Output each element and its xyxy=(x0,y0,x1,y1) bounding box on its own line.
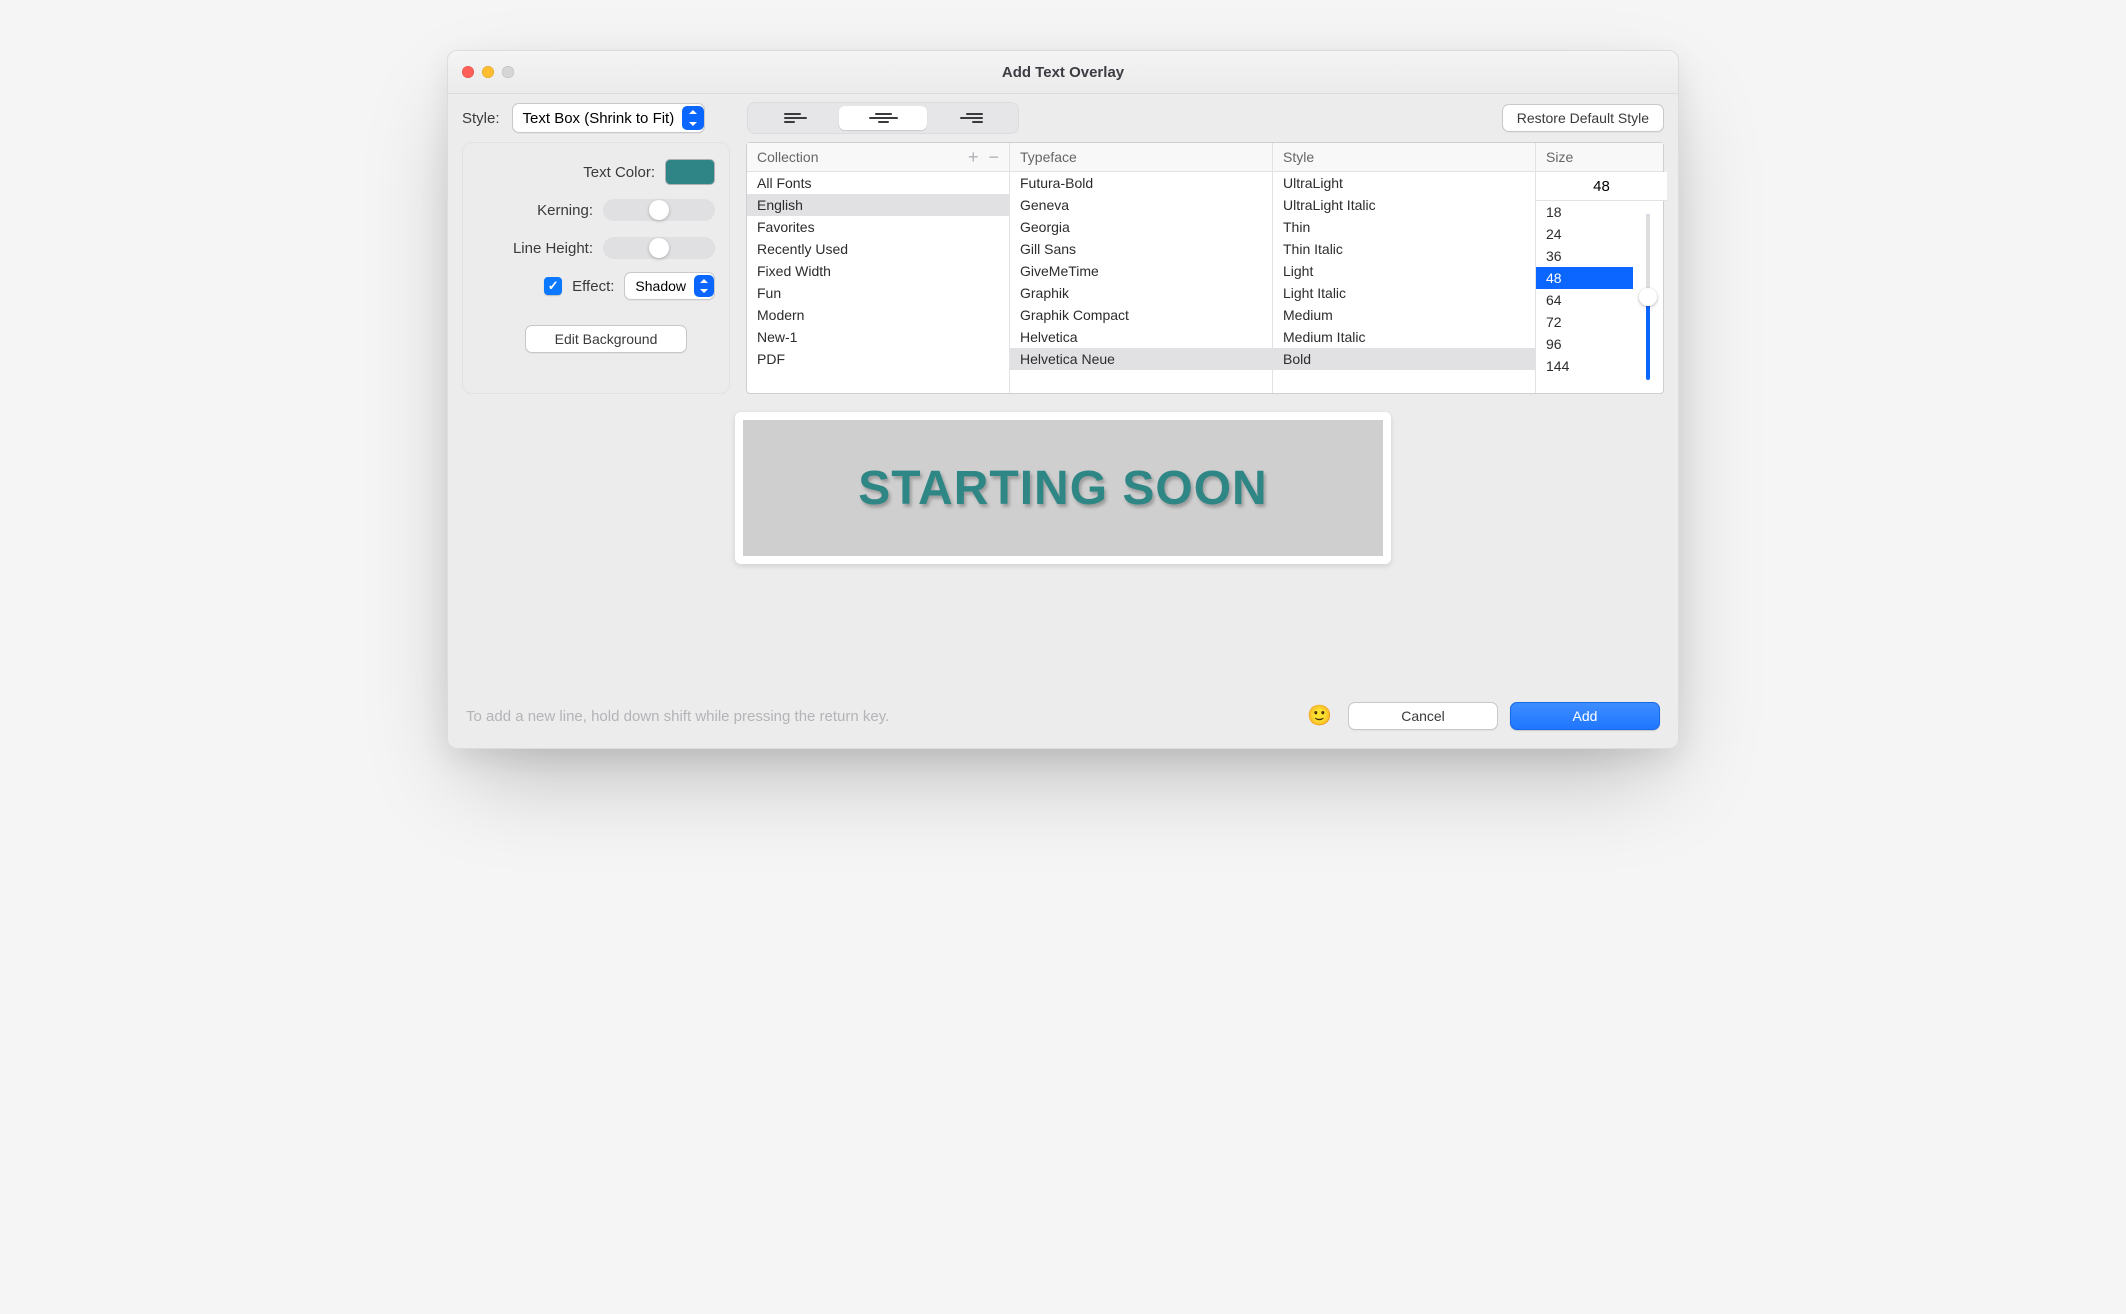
list-item[interactable]: 144 xyxy=(1536,355,1633,377)
chevron-up-down-icon xyxy=(682,106,704,130)
typeface-list[interactable]: Futura-BoldGenevaGeorgiaGill SansGiveMeT… xyxy=(1010,172,1272,393)
toolbar: Style: Text Box (Shrink to Fit) Restore … xyxy=(448,94,1678,142)
list-item[interactable]: All Fonts xyxy=(747,172,1009,194)
size-header: Size xyxy=(1546,149,1573,165)
list-item[interactable]: UltraLight xyxy=(1273,172,1535,194)
list-item[interactable]: Recently Used xyxy=(747,238,1009,260)
list-item[interactable]: Helvetica Neue xyxy=(1010,348,1272,370)
list-item[interactable]: 48 xyxy=(1536,267,1633,289)
list-item[interactable]: 72 xyxy=(1536,311,1633,333)
emoji-picker-button[interactable]: 🙂 xyxy=(1307,706,1332,726)
effect-dropdown-value: Shadow xyxy=(635,278,686,294)
chevron-up-down-icon xyxy=(694,275,714,297)
text-color-label: Text Color: xyxy=(583,164,655,181)
list-item[interactable]: Fixed Width xyxy=(747,260,1009,282)
kerning-label: Kerning: xyxy=(537,202,593,219)
window-title: Add Text Overlay xyxy=(1002,64,1124,81)
list-item[interactable]: Graphik xyxy=(1010,282,1272,304)
typeface-header: Typeface xyxy=(1020,149,1077,165)
close-icon[interactable] xyxy=(462,66,474,78)
align-center-button[interactable] xyxy=(839,106,927,130)
style-list[interactable]: UltraLightUltraLight ItalicThinThin Ital… xyxy=(1273,172,1535,393)
list-item[interactable]: Favorites xyxy=(747,216,1009,238)
list-item[interactable]: Graphik Compact xyxy=(1010,304,1272,326)
line-height-label: Line Height: xyxy=(513,240,593,257)
align-right-button[interactable] xyxy=(927,106,1015,130)
add-button[interactable]: Add xyxy=(1510,702,1660,730)
list-item[interactable]: Bold xyxy=(1273,348,1535,370)
style-dropdown[interactable]: Text Box (Shrink to Fit) xyxy=(512,103,706,133)
footer: To add a new line, hold down shift while… xyxy=(448,572,1678,748)
size-list[interactable]: 18243648647296144 xyxy=(1536,201,1633,393)
list-item[interactable]: 96 xyxy=(1536,333,1633,355)
list-item[interactable]: Light Italic xyxy=(1273,282,1535,304)
add-collection-button[interactable]: + xyxy=(968,148,979,166)
preview-area: STARTING SOON xyxy=(448,394,1678,572)
align-left-icon xyxy=(784,113,807,123)
list-item[interactable]: Geneva xyxy=(1010,194,1272,216)
list-item[interactable]: PDF xyxy=(747,348,1009,370)
traffic-lights xyxy=(462,66,514,78)
preview-text[interactable]: STARTING SOON xyxy=(858,461,1267,516)
dialog-window: Add Text Overlay Style: Text Box (Shrink… xyxy=(447,50,1679,749)
list-item[interactable]: Fun xyxy=(747,282,1009,304)
list-item[interactable]: Futura-Bold xyxy=(1010,172,1272,194)
list-item[interactable]: Georgia xyxy=(1010,216,1272,238)
alignment-segmented-control xyxy=(747,102,1019,134)
effect-checkbox[interactable] xyxy=(544,277,562,295)
edit-background-button[interactable]: Edit Background xyxy=(525,325,687,353)
size-slider[interactable] xyxy=(1633,201,1663,393)
list-item[interactable]: Medium xyxy=(1273,304,1535,326)
list-item[interactable]: Modern xyxy=(747,304,1009,326)
style-header: Style xyxy=(1283,149,1314,165)
collection-header: Collection xyxy=(757,149,818,165)
list-item[interactable]: New-1 xyxy=(747,326,1009,348)
line-height-slider[interactable] xyxy=(603,237,715,259)
titlebar: Add Text Overlay xyxy=(448,51,1678,94)
list-item[interactable]: Thin xyxy=(1273,216,1535,238)
effect-dropdown[interactable]: Shadow xyxy=(624,272,715,300)
effect-label: Effect: xyxy=(572,278,614,295)
list-item[interactable]: 36 xyxy=(1536,245,1633,267)
list-item[interactable]: 64 xyxy=(1536,289,1633,311)
list-item[interactable]: 24 xyxy=(1536,223,1633,245)
style-dropdown-value: Text Box (Shrink to Fit) xyxy=(523,110,675,127)
list-item[interactable]: Gill Sans xyxy=(1010,238,1272,260)
minimize-icon[interactable] xyxy=(482,66,494,78)
list-item[interactable]: English xyxy=(747,194,1009,216)
list-item[interactable]: Light xyxy=(1273,260,1535,282)
hint-text: To add a new line, hold down shift while… xyxy=(466,708,889,725)
font-picker: Collection + − All FontsEnglishFavorites… xyxy=(746,142,1664,394)
kerning-slider[interactable] xyxy=(603,199,715,221)
list-item[interactable]: GiveMeTime xyxy=(1010,260,1272,282)
style-label: Style: xyxy=(462,110,500,127)
restore-default-style-button[interactable]: Restore Default Style xyxy=(1502,104,1664,132)
align-center-icon xyxy=(869,113,898,123)
align-right-icon xyxy=(960,113,983,123)
align-left-button[interactable] xyxy=(751,106,839,130)
cancel-button[interactable]: Cancel xyxy=(1348,702,1498,730)
size-input[interactable] xyxy=(1536,172,1667,201)
collection-list[interactable]: All FontsEnglishFavoritesRecently UsedFi… xyxy=(747,172,1009,393)
list-item[interactable]: Medium Italic xyxy=(1273,326,1535,348)
list-item[interactable]: Thin Italic xyxy=(1273,238,1535,260)
list-item[interactable]: 18 xyxy=(1536,201,1633,223)
remove-collection-button[interactable]: − xyxy=(988,148,999,166)
text-color-swatch[interactable] xyxy=(665,159,715,185)
list-item[interactable]: UltraLight Italic xyxy=(1273,194,1535,216)
text-properties-panel: Text Color: Kerning: Line Height: Effect… xyxy=(462,142,730,394)
list-item[interactable]: Helvetica xyxy=(1010,326,1272,348)
zoom-icon xyxy=(502,66,514,78)
